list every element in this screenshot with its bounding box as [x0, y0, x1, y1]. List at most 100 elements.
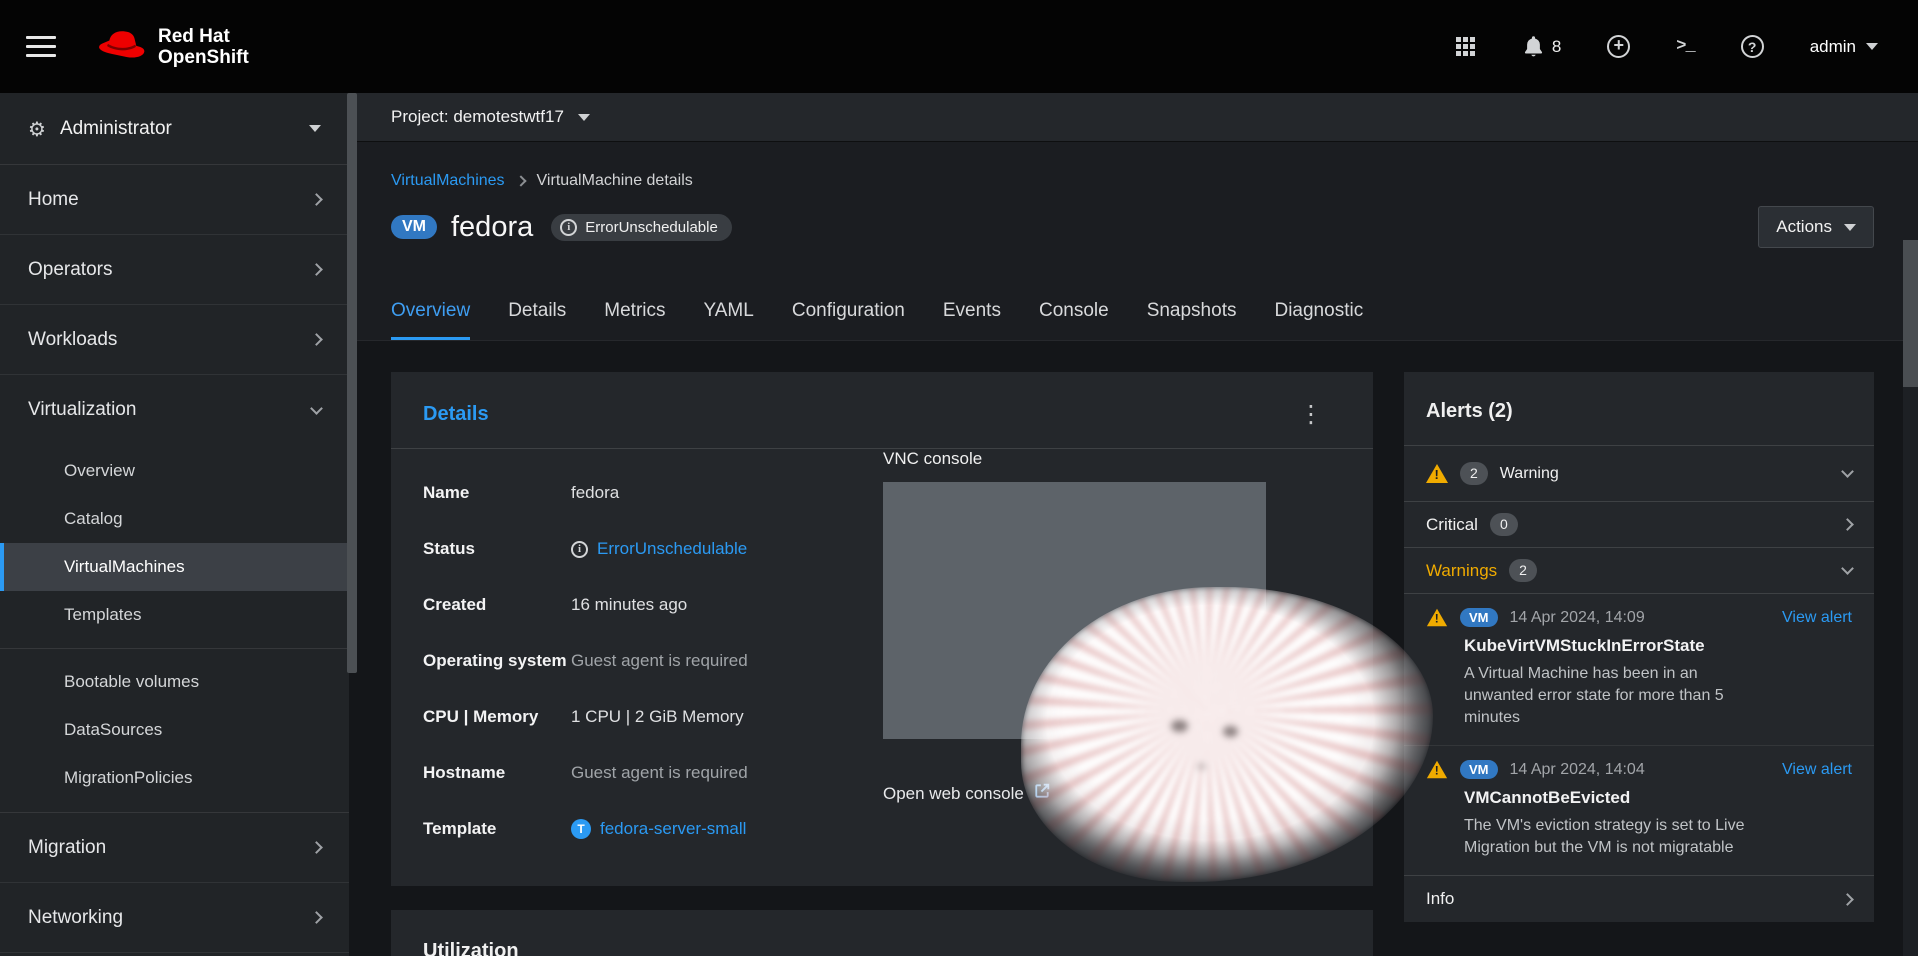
alerts-group-critical[interactable]: Critical 0 — [1404, 502, 1874, 548]
sidebar-item-operators[interactable]: Operators — [0, 235, 349, 305]
actions-button[interactable]: Actions — [1758, 206, 1874, 248]
meme-eye — [1171, 720, 1188, 732]
status-link[interactable]: ErrorUnschedulable — [597, 539, 747, 559]
tab-events[interactable]: Events — [943, 300, 1001, 340]
sidebar-item-catalog[interactable]: Catalog — [0, 495, 349, 543]
warnings-count-badge: 2 — [1509, 559, 1537, 581]
alert-name: VMCannotBeEvicted — [1464, 788, 1852, 808]
user-menu[interactable]: admin — [1810, 37, 1878, 57]
sidebar-item-migration[interactable]: Migration — [0, 813, 349, 883]
alerts-group-info[interactable]: Info — [1404, 876, 1874, 922]
tab-bar: Overview Details Metrics YAML Configurat… — [391, 300, 1918, 340]
vnc-console-label: VNC console — [883, 449, 1323, 469]
alerts-card-title: Alerts (2) — [1426, 400, 1513, 422]
sidebar-scrollbar[interactable] — [347, 93, 357, 673]
chevron-right-icon — [1841, 518, 1854, 531]
meme-nose — [1197, 763, 1206, 770]
chevron-down-icon — [1844, 224, 1856, 231]
chevron-right-icon — [310, 193, 323, 206]
nav-toggle-icon[interactable] — [26, 36, 56, 57]
warning-triangle-icon — [1426, 464, 1448, 483]
chevron-right-icon — [310, 911, 323, 924]
page-header-band: VirtualMachines VirtualMachine details V… — [349, 142, 1918, 341]
sidebar-item-bootable-volumes[interactable]: Bootable volumes — [0, 658, 349, 706]
template-icon — [571, 819, 591, 839]
sidebar-item-home[interactable]: Home — [0, 165, 349, 235]
sidebar-item-workloads[interactable]: Workloads — [0, 305, 349, 375]
vm-kind-badge: VM — [1460, 760, 1498, 779]
alert-timestamp: 14 Apr 2024, 14:04 — [1510, 761, 1645, 779]
sidebar-item-networking[interactable]: Networking — [0, 883, 349, 953]
alerts-card: Alerts (2) 2 Warning Critical 0 — [1404, 372, 1874, 922]
notifications-bell-icon[interactable]: 8 — [1523, 35, 1561, 58]
brand-logo: Red Hat OpenShift — [98, 26, 249, 68]
template-link[interactable]: fedora-server-small — [600, 819, 746, 839]
critical-count-badge: 0 — [1490, 513, 1518, 535]
chevron-down-icon — [1866, 43, 1878, 50]
sidebar-item-virtualmachines[interactable]: VirtualMachines — [0, 543, 349, 591]
username: admin — [1810, 37, 1856, 57]
status-badge: ErrorUnschedulable — [551, 214, 732, 241]
sidebar-item-virt-overview[interactable]: Overview — [0, 447, 349, 495]
sidebar-item-datasources[interactable]: DataSources — [0, 706, 349, 754]
info-circle-icon — [571, 541, 588, 558]
warning-triangle-icon — [1427, 761, 1447, 778]
breadcrumb: VirtualMachines VirtualMachine details — [349, 142, 1918, 190]
brand-text: Red Hat OpenShift — [158, 26, 249, 68]
utilization-card: Utilization — [391, 910, 1373, 956]
tab-snapshots[interactable]: Snapshots — [1147, 300, 1237, 340]
view-alert-link[interactable]: View alert — [1782, 609, 1852, 627]
virtualization-submenu: Overview Catalog VirtualMachines Templat… — [0, 445, 349, 812]
help-icon[interactable] — [1741, 35, 1764, 58]
sidebar-item-migrationpolicies[interactable]: MigrationPolicies — [0, 754, 349, 802]
sidebar-item-virtualization[interactable]: Virtualization — [0, 375, 349, 445]
chevron-down-icon — [1841, 562, 1854, 575]
chevron-right-icon — [310, 333, 323, 346]
page-title-row: VM fedora ErrorUnschedulable Actions — [391, 206, 1874, 248]
alert-timestamp: 14 Apr 2024, 14:09 — [1510, 609, 1645, 627]
view-alert-link[interactable]: View alert — [1782, 761, 1852, 779]
info-circle-icon — [560, 219, 577, 236]
notification-count: 8 — [1552, 37, 1561, 57]
warning-summary-label: Warning — [1500, 465, 1559, 483]
warning-count-badge: 2 — [1460, 462, 1488, 484]
page-title: fedora — [451, 211, 533, 244]
alert-item-cannot-be-evicted: VM 14 Apr 2024, 14:04 View alert VMCanno… — [1404, 745, 1874, 875]
alerts-summary-row[interactable]: 2 Warning — [1404, 446, 1874, 502]
gear-icon — [28, 117, 46, 141]
kebab-menu-icon[interactable] — [1299, 402, 1323, 426]
alert-description: A Virtual Machine has been in an unwante… — [1464, 663, 1764, 729]
chevron-right-icon — [310, 841, 323, 854]
chevron-down-icon — [309, 125, 321, 132]
perspective-switcher[interactable]: Administrator — [0, 93, 349, 165]
app-launcher-icon[interactable] — [1456, 37, 1477, 56]
project-selector[interactable]: Project: demotestwtf17 — [349, 93, 1918, 142]
chevron-right-icon — [515, 175, 526, 186]
tab-yaml[interactable]: YAML — [704, 300, 754, 340]
perspective-label: Administrator — [60, 118, 172, 140]
sidebar-nav: Administrator Home Operators Workloads V… — [0, 93, 349, 956]
alert-description: The VM's eviction strategy is set to Liv… — [1464, 815, 1764, 859]
tab-console[interactable]: Console — [1039, 300, 1109, 340]
sidebar-item-templates[interactable]: Templates — [0, 591, 349, 639]
scrollbar-thumb[interactable] — [1903, 240, 1918, 387]
openshift-console: Red Hat OpenShift 8 admin — [0, 0, 1918, 956]
main-scrollbar[interactable] — [1903, 240, 1918, 956]
meme-eye — [1223, 726, 1238, 737]
tab-overview[interactable]: Overview — [391, 300, 470, 340]
import-plus-icon[interactable] — [1607, 35, 1630, 58]
alert-item-stuck-in-error-state: VM 14 Apr 2024, 14:09 View alert KubeVir… — [1404, 594, 1874, 745]
breadcrumb-virtualmachines[interactable]: VirtualMachines — [391, 172, 505, 190]
alert-name: KubeVirtVMStuckInErrorState — [1464, 636, 1852, 656]
tab-configuration[interactable]: Configuration — [792, 300, 905, 340]
details-card-title[interactable]: Details — [423, 403, 489, 426]
terminal-icon[interactable] — [1676, 37, 1694, 56]
chevron-down-icon — [1841, 465, 1854, 478]
masthead: Red Hat OpenShift 8 admin — [0, 0, 1918, 93]
alerts-group-warnings[interactable]: Warnings 2 — [1404, 548, 1874, 594]
tab-metrics[interactable]: Metrics — [604, 300, 665, 340]
project-selector-label: Project: demotestwtf17 — [391, 107, 564, 127]
chevron-right-icon — [1841, 893, 1854, 906]
tab-details[interactable]: Details — [508, 300, 566, 340]
tab-diagnostic[interactable]: Diagnostic — [1274, 300, 1363, 340]
